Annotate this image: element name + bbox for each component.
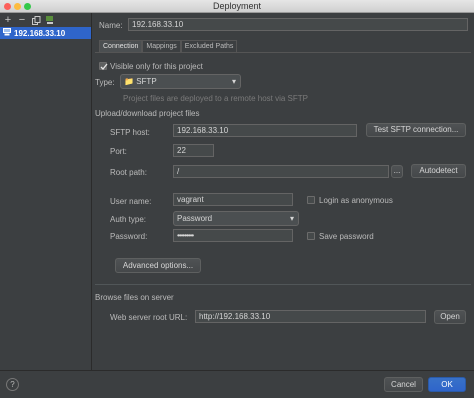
section-divider (95, 284, 471, 285)
web-root-label: Web server root URL: (110, 313, 188, 322)
browse-section-title: Browse files on server (95, 293, 174, 302)
type-hint: Project files are deployed to a remote h… (123, 94, 308, 103)
web-root-input[interactable]: http://192.168.33.10 (195, 310, 426, 323)
connection-tab-panel: Visible only for this project Type: 📁 SF… (95, 52, 471, 368)
visible-only-checkbox[interactable] (99, 62, 108, 70)
tab-connection[interactable]: Connection (99, 40, 143, 52)
save-password-label: Save password (319, 232, 374, 241)
chevron-down-icon: ▾ (231, 77, 236, 86)
name-label: Name: (99, 21, 123, 30)
window-controls (4, 3, 31, 10)
password-label: Password: (110, 232, 148, 241)
sftp-host-label: SFTP host: (110, 128, 150, 137)
save-password-checkbox[interactable] (307, 232, 315, 240)
config-tabs: Connection Mappings Excluded Paths (99, 40, 238, 52)
remove-icon[interactable]: − (17, 14, 27, 26)
dialog-footer: ? Cancel OK (0, 370, 474, 398)
default-server-icon[interactable] (45, 15, 55, 25)
login-anonymous-checkbox[interactable] (307, 196, 315, 204)
help-button[interactable]: ? (6, 378, 19, 391)
ok-button[interactable]: OK (428, 377, 466, 392)
zoom-window-button[interactable] (24, 3, 31, 10)
user-name-label: User name: (110, 197, 152, 206)
test-connection-button[interactable]: Test SFTP connection... (366, 123, 466, 137)
cancel-button[interactable]: Cancel (384, 377, 423, 392)
sftp-host-input[interactable]: 192.168.33.10 (173, 124, 357, 137)
title-bar: Deployment (0, 0, 474, 13)
server-config-panel: Name: 192.168.33.10 Connection Mappings … (92, 13, 474, 370)
browse-button[interactable]: ... (391, 165, 403, 178)
advanced-options-button[interactable]: Advanced options... (115, 258, 201, 273)
close-window-button[interactable] (4, 3, 11, 10)
server-list-item-label: 192.168.33.10 (14, 28, 66, 38)
server-list-item[interactable]: 192.168.33.10 (0, 27, 91, 39)
root-path-input[interactable]: / (173, 165, 389, 178)
visible-only-label: Visible only for this project (110, 62, 203, 71)
port-input[interactable]: 22 (173, 144, 214, 157)
auth-type-select-value: Password (177, 214, 213, 223)
upload-section-title: Upload/download project files (95, 109, 200, 118)
window-title: Deployment (212, 1, 262, 11)
sftp-server-icon (3, 28, 11, 38)
sftp-icon: 📁 (124, 77, 134, 86)
root-path-label: Root path: (110, 168, 147, 177)
tab-mappings[interactable]: Mappings (142, 40, 181, 52)
add-icon[interactable]: + (3, 14, 13, 26)
open-button[interactable]: Open (434, 310, 466, 324)
port-label: Port: (110, 147, 127, 156)
type-label: Type: (95, 78, 115, 87)
minimize-window-button[interactable] (14, 3, 21, 10)
auth-type-label: Auth type: (110, 215, 147, 224)
server-list-toolbar: + − (0, 13, 91, 27)
chevron-down-icon: ▾ (289, 214, 294, 223)
tab-excluded-paths[interactable]: Excluded Paths (180, 40, 238, 52)
type-select[interactable]: 📁 SFTP ▾ (120, 74, 241, 89)
type-select-value: SFTP (136, 77, 157, 86)
user-name-input[interactable]: vagrant (173, 193, 293, 206)
checkmark-icon (100, 63, 108, 70)
name-input[interactable]: 192.168.33.10 (128, 18, 468, 31)
autodetect-button[interactable]: Autodetect (411, 164, 466, 178)
copy-icon[interactable] (31, 15, 41, 25)
auth-type-select[interactable]: Password ▾ (173, 211, 299, 226)
server-list-panel: + − 192.168.33.10 (0, 13, 92, 370)
login-anonymous-label: Login as anonymous (319, 196, 393, 205)
password-input[interactable]: ••••••••• (173, 229, 293, 242)
